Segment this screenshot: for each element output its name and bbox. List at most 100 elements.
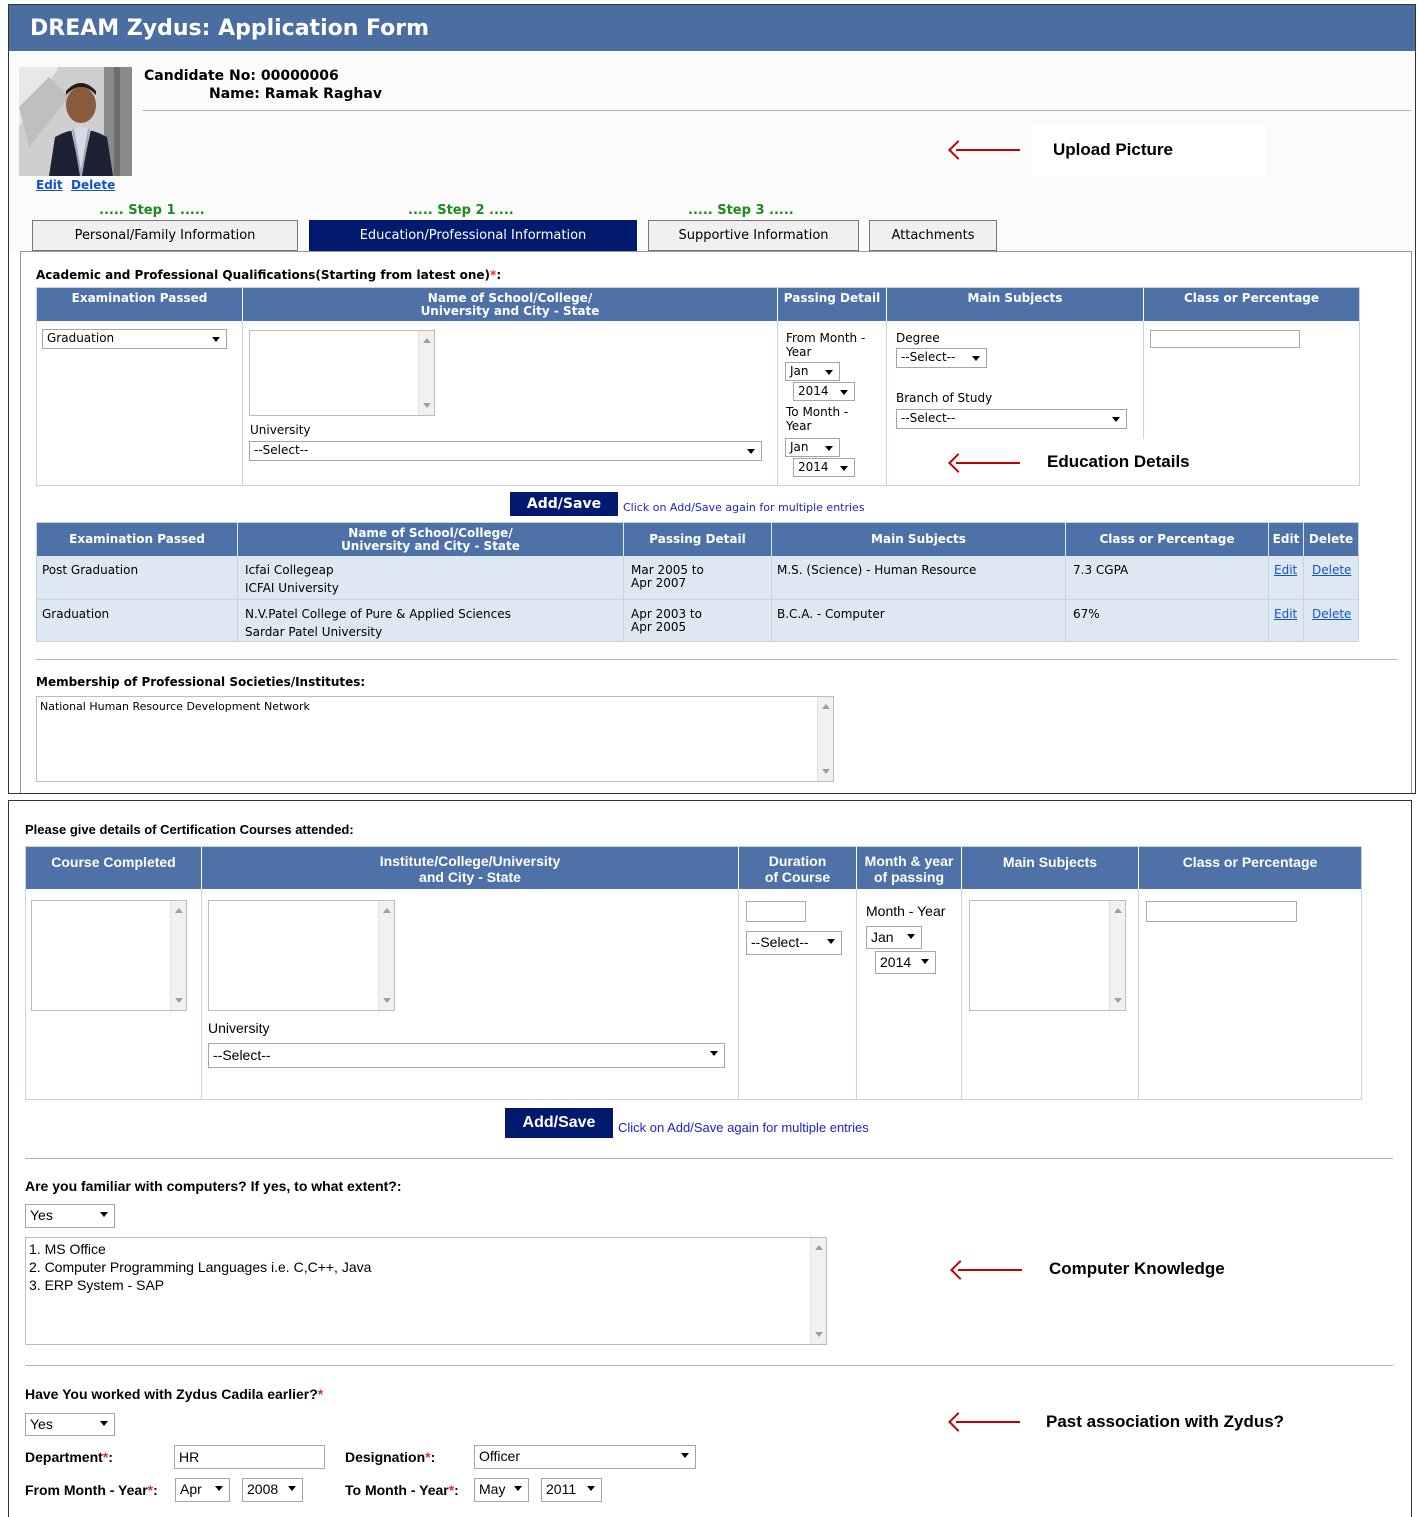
required-mark: * [317,1386,324,1402]
past-from-month-select[interactable]: Apr [175,1478,230,1502]
degree-label: Degree [896,331,940,345]
colon: : [454,1482,459,1498]
list-header-delete: Delete [1304,523,1358,556]
duration-input[interactable] [746,901,806,922]
row2-pass-line1: Apr 2003 to [631,607,702,621]
colon: : [108,1449,113,1465]
cert-year-select[interactable]: 2014 [875,951,936,974]
col-divider [1065,556,1066,641]
cert-header-institute-line1: Institute/College/University [379,853,561,869]
past-answer-select[interactable]: Yes [25,1413,115,1436]
tab-supportive[interactable]: Supportive Information [648,220,859,251]
row2-edit-link[interactable]: Edit [1274,607,1297,621]
col-divider [856,889,857,1099]
col-divider [1138,889,1139,1099]
colon: : [430,1449,436,1465]
col-divider [771,556,772,641]
from-month-year-label: From Month - Year [786,331,865,359]
department-input[interactable]: HR [174,1445,325,1469]
past-to-month-select[interactable]: May [474,1478,529,1502]
col-divider [1303,556,1304,641]
branch-label: Branch of Study [896,391,993,405]
university-select[interactable]: --Select-- [249,441,762,461]
institute-textarea[interactable] [208,900,395,1011]
to-month-select[interactable]: Jan [785,438,840,457]
past-to-label: To Month - Year*: [345,1482,459,1498]
cert-add-save-button[interactable]: Add/Save [505,1108,613,1138]
past-from-year-select[interactable]: 2008 [242,1478,303,1502]
row1-delete-link[interactable]: Delete [1312,563,1351,577]
col-divider [886,321,887,485]
cert-header-duration-line2: of Course [764,869,831,885]
academic-add-save-button[interactable]: Add/Save [510,492,618,516]
candidate-divider [143,110,1411,111]
course-completed-textarea[interactable] [31,900,187,1011]
exam-passed-select[interactable]: Graduation [42,329,227,349]
designation-select[interactable]: Officer [474,1445,696,1469]
row1-edit-link[interactable]: Edit [1274,563,1297,577]
past-question-text: Have You worked with Zydus Cadila earlie… [25,1386,318,1402]
row2-delete-link[interactable]: Delete [1312,607,1351,621]
membership-scrollbar[interactable] [817,697,833,781]
cert-month-select[interactable]: Jan [866,926,922,949]
header-school-line2: University and City - State [420,304,600,318]
branch-select[interactable]: --Select-- [896,409,1127,429]
cert-university-select[interactable]: --Select-- [208,1043,725,1068]
computer-details-textarea[interactable]: 1. MS Office 2. Computer Programming Lan… [25,1237,827,1345]
cert-header-institute-line2: and City - State [419,869,521,885]
step-1-label: ..... Step 1 ..... [99,203,205,218]
cert-header-month-line1: Month & year [864,853,954,869]
cert-subjects-textarea[interactable] [969,900,1126,1011]
avatar [19,67,132,176]
row1-exam: Post Graduation [42,563,139,577]
row1-pass-line1: Mar 2005 to [631,563,704,577]
past-from-label: From Month - Year*: [25,1482,158,1498]
cert-header-institute: Institute/College/University and City - … [202,847,738,889]
cert-class-input[interactable] [1146,901,1297,922]
row2-university: Sardar Patel University [245,625,383,639]
to-label-line1: To Month - [786,405,849,419]
degree-select[interactable]: --Select-- [896,348,987,368]
from-label-line1: From Month - [786,331,866,345]
scrollbar[interactable] [378,901,394,1010]
to-year-select[interactable]: 2014 [793,458,855,477]
computer-answer-select[interactable]: Yes [25,1204,115,1228]
callout-upload-picture: Upload Picture [1032,126,1266,176]
from-label-line2: Year [786,345,812,359]
header-passing-detail: Passing Detail [778,288,886,321]
tab-attachments[interactable]: Attachments [869,220,997,251]
col-divider [623,556,624,641]
row1-class: 7.3 CGPA [1073,563,1129,577]
list-header-school: Name of School/College/ University and C… [238,523,623,556]
past-to-year-select[interactable]: 2011 [541,1478,602,1502]
list-header-class: Class or Percentage [1066,523,1268,556]
computer-scrollbar[interactable] [810,1238,826,1344]
from-year-select[interactable]: 2014 [793,382,855,401]
department-label: Department*: [25,1449,113,1465]
scrollbar[interactable] [170,901,186,1010]
duration-unit-select[interactable]: --Select-- [746,931,842,955]
computer-question: Are you familiar with computers? If yes,… [25,1178,402,1194]
from-month-select[interactable]: Jan [785,362,840,381]
scrollbar[interactable] [418,331,434,415]
tab-personal-family[interactable]: Personal/Family Information [32,220,298,251]
col-divider [242,321,243,485]
step-2-label: ..... Step 2 ..... [408,203,514,218]
cert-header-duration: Duration of Course [739,847,856,889]
class-percentage-input[interactable] [1150,330,1300,348]
membership-textarea[interactable]: National Human Resource Development Netw… [36,696,834,782]
photo-delete-link[interactable]: Delete [71,178,115,192]
school-name-textarea[interactable] [249,330,435,416]
list-header-subjects: Main Subjects [772,523,1065,556]
candidate-name: Name: Ramak Raghav [209,86,382,102]
header-school-name: Name of School/College/ University and C… [243,288,777,321]
row1-school: Icfai Collegeap [245,563,334,577]
cert-header-class: Class or Percentage [1139,847,1361,889]
photo-edit-link[interactable]: Edit [36,178,63,192]
row2-subjects: B.C.A. - Computer [777,607,885,621]
row2-exam: Graduation [42,607,110,621]
col-divider [201,889,202,1099]
scrollbar[interactable] [1109,901,1125,1010]
tab-education-professional[interactable]: Education/Professional Information [309,220,637,251]
cert-header-month-line2: of passing [873,869,944,885]
